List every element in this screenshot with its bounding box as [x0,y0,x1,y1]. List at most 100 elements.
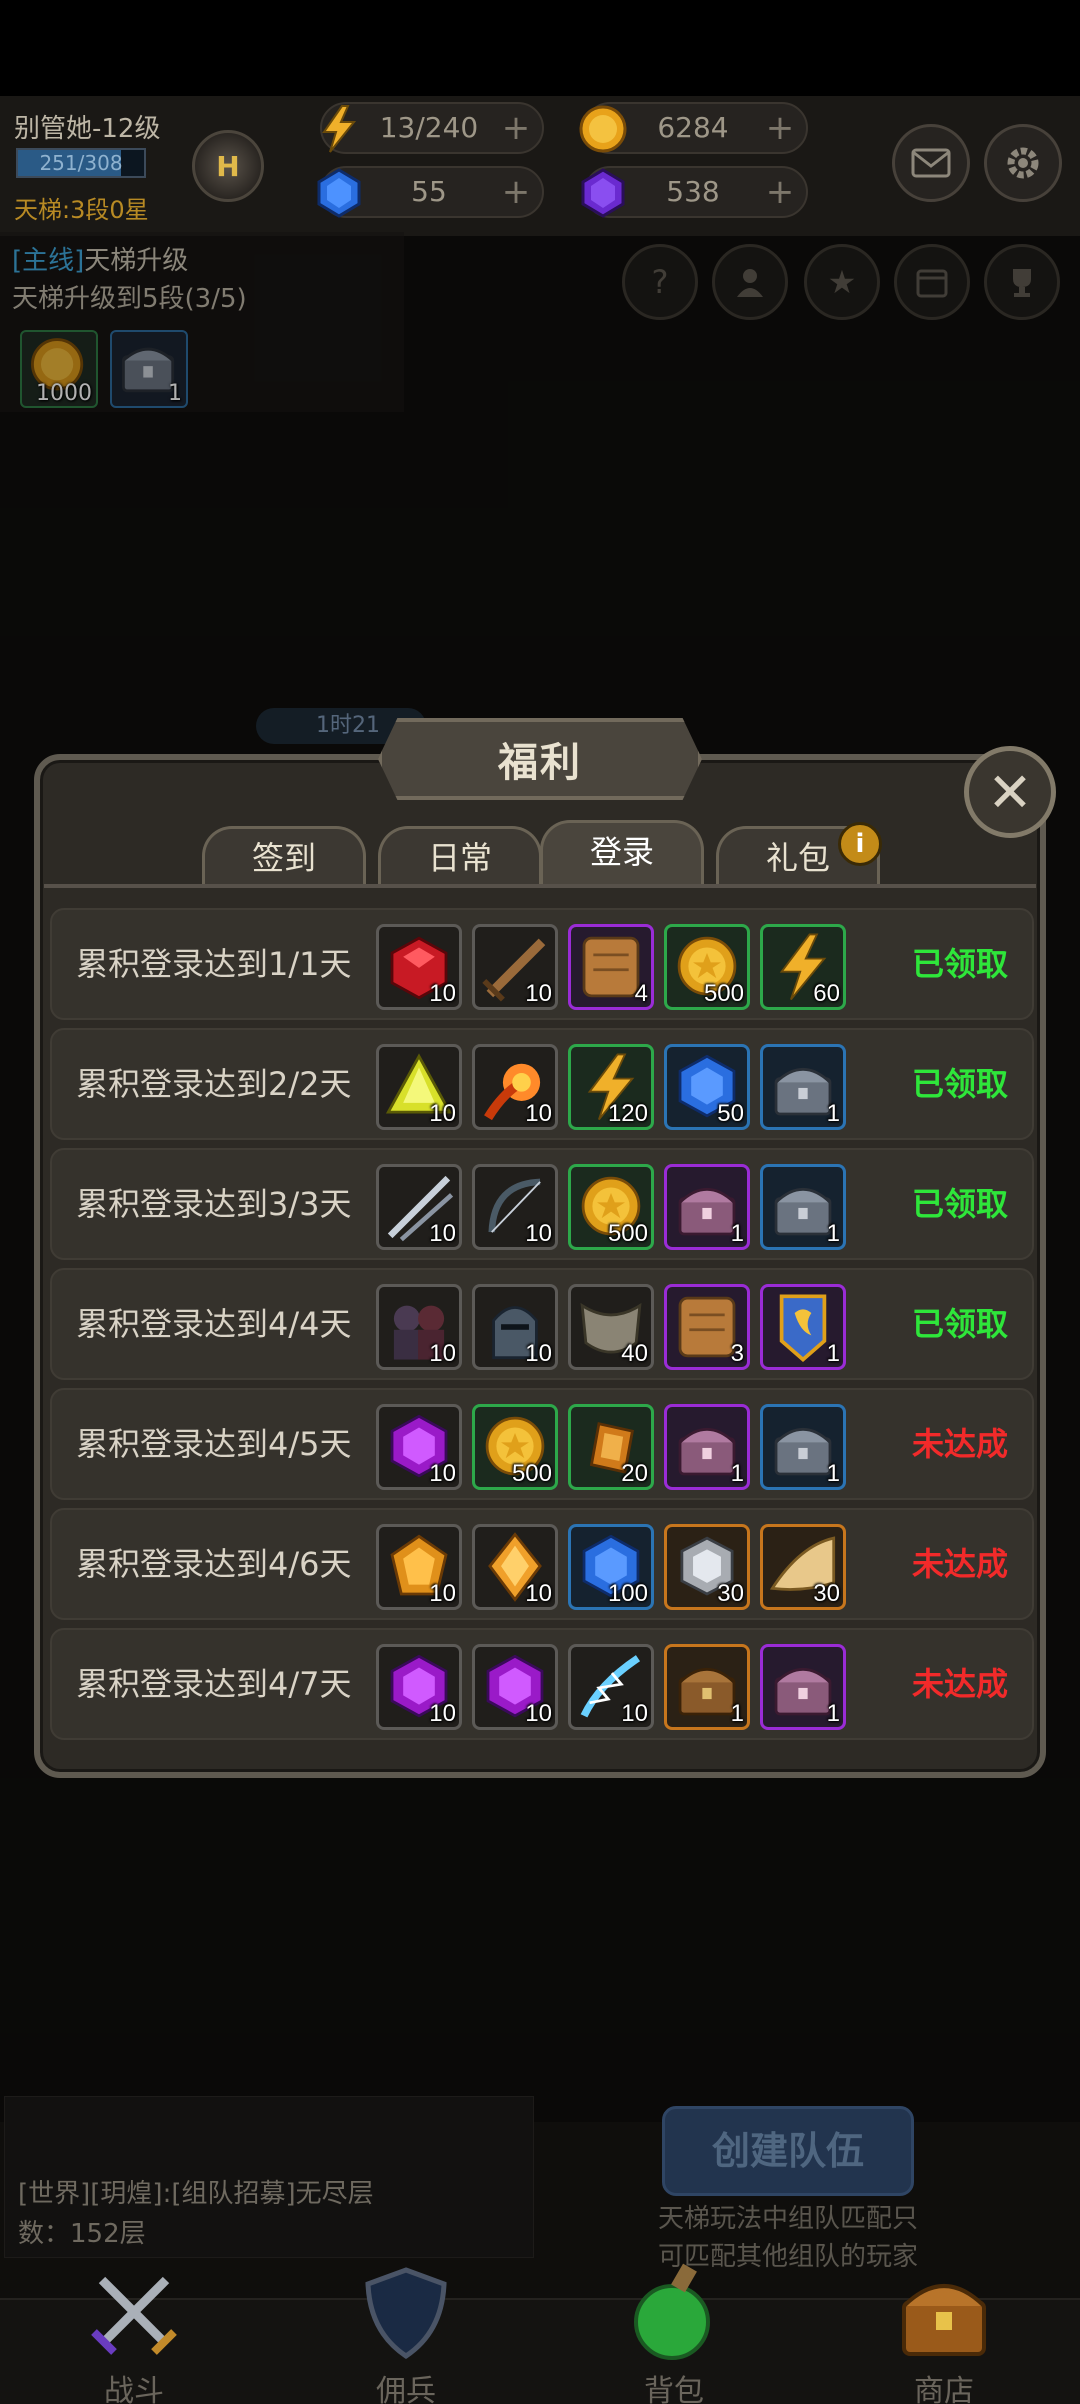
blue-gem-pill: 55 + [317,166,544,218]
reward-item-count: 1 [730,1460,744,1487]
nav-label: 佣兵 [376,2374,436,2404]
reward-item-leather-scroll[interactable]: 3 [664,1284,750,1370]
reward-item-count: 40 [621,1340,648,1367]
tab-daily[interactable]: 日常 [378,826,542,886]
tab-divider [44,884,1036,888]
purple-gem-value: 538 [666,175,720,208]
reward-item-count: 100 [607,1580,648,1607]
reward-row-label: 累积登录达到4/6天 [76,1545,352,1583]
claimed-status: 已领取 [912,1185,1009,1223]
close-button[interactable]: ✕ [964,746,1056,838]
nav-battle[interactable]: 战斗 [44,2262,224,2404]
reward-row-label: 累积登录达到2/2天 [76,1065,352,1103]
reward-item-purple-chest[interactable]: 1 [664,1164,750,1250]
gold-plus-button[interactable]: + [762,110,798,146]
reward-item-yellow-crystal[interactable]: 10 [376,1044,462,1130]
nav-mercenary[interactable]: 佣兵 [316,2262,496,2404]
reward-item-blue-gem[interactable]: 100 [568,1524,654,1610]
reward-item-silver-gem[interactable]: 30 [664,1524,750,1610]
purple-gem-pill: 538 + [581,166,808,218]
close-icon: ✕ [987,760,1033,824]
reward-item-count: 1 [826,1460,840,1487]
reward-row: 累积登录达到4/4天 10 10 40 3 1 已领取 [50,1268,1034,1380]
reward-item-count: 1 [826,1700,840,1727]
reward-item-bow[interactable]: 10 [472,1164,558,1250]
reward-row-label: 累积登录达到4/5天 [76,1425,352,1463]
reward-row: 累积登录达到4/6天 10 10 100 30 30 未达成 [50,1508,1034,1620]
ladder-rank: 天梯:3段0星 [14,196,149,224]
reward-item-red-gem[interactable]: 10 [376,924,462,1010]
reward-item-count: 3 [730,1340,744,1367]
purple-gem-plus-button[interactable]: + [762,174,798,210]
blue-gem-value: 55 [411,175,447,208]
purple-gem-icon [581,168,625,218]
player-name: 别管她-12级 [14,114,161,144]
reward-item-count: 10 [621,1700,648,1727]
shield-icon [365,2267,447,2360]
reward-item-orange-diamond[interactable]: 10 [472,1524,558,1610]
create-team-button[interactable]: 创建队伍 [662,2106,914,2196]
reward-item-count: 60 [813,980,840,1007]
settings-button[interactable] [984,124,1062,202]
reward-item-steel-blades[interactable]: 10 [376,1164,462,1250]
reward-item-count: 50 [717,1100,744,1127]
energy-plus-button[interactable]: + [498,110,534,146]
claimed-status: 已领取 [912,945,1009,983]
nav-shop[interactable]: 商店 [854,2262,1034,2404]
lightning-icon [322,105,357,153]
reward-item-amber-shard[interactable]: 20 [568,1404,654,1490]
reward-item-orange-gem[interactable]: 10 [376,1524,462,1610]
blue-gem-plus-button[interactable]: + [498,174,534,210]
reward-item-iron-chest[interactable]: 1 [760,1164,846,1250]
rank-badge-icon[interactable]: H [192,130,264,202]
reward-item-wooden-chest[interactable]: 1 [664,1644,750,1730]
reward-item-count: 1 [730,1220,744,1247]
nav-backpack[interactable]: 背包 [584,2262,764,2404]
reward-item-lightning-feather[interactable]: 10 [568,1644,654,1730]
reward-item-iron-chest[interactable]: 1 [760,1404,846,1490]
reward-item-leather-scroll[interactable]: 4 [568,924,654,1010]
reward-row: 累积登录达到4/7天 10 10 10 1 1 未达成 [50,1628,1034,1740]
reward-item-hooded-figures[interactable]: 10 [376,1284,462,1370]
potion-icon [634,2263,710,2360]
reward-item-count: 1 [826,1100,840,1127]
reward-item-cloth-scarf[interactable]: 40 [568,1284,654,1370]
reward-item-count: 10 [429,1340,456,1367]
treasure-chest-icon [902,2284,986,2356]
reward-item-count: 4 [634,980,648,1007]
reward-item-count: 30 [813,1580,840,1607]
tab-login[interactable]: 登录 [540,820,704,886]
reward-item-gold-cloth[interactable]: 30 [760,1524,846,1610]
claimed-status: 已领取 [912,1065,1009,1103]
reward-row-label: 累积登录达到4/4天 [76,1305,352,1343]
reward-item-guild-banner[interactable]: 1 [760,1284,846,1370]
reward-item-gold-coin[interactable]: 500 [568,1164,654,1250]
blue-gem-icon [317,168,361,218]
reward-item-purple-gem[interactable]: 10 [376,1404,462,1490]
reward-item-purple-chest[interactable]: 1 [760,1644,846,1730]
reward-item-iron-chest[interactable]: 1 [760,1044,846,1130]
reward-item-count: 1 [730,1700,744,1727]
reward-item-knight-helmet[interactable]: 10 [472,1284,558,1370]
reward-item-lightning[interactable]: 120 [568,1044,654,1130]
reward-item-purple-chest[interactable]: 1 [664,1404,750,1490]
reward-item-count: 10 [429,1580,456,1607]
reward-item-fire-orb[interactable]: 10 [472,1044,558,1130]
reward-item-count: 1 [826,1220,840,1247]
team-hint-line: 天梯玩法中组队匹配只 [658,2204,919,2234]
info-icon[interactable]: i [838,822,882,866]
reward-item-purple-gem[interactable]: 10 [376,1644,462,1730]
reward-item-gold-coin[interactable]: 500 [664,924,750,1010]
reward-item-count: 10 [429,1460,456,1487]
reward-row: 累积登录达到4/5天 10 500 20 1 1 未达成 [50,1388,1034,1500]
exp-bar: 251/308 [16,148,146,178]
reward-item-lightning[interactable]: 60 [760,924,846,1010]
mail-button[interactable] [892,124,970,202]
reward-item-blue-gem[interactable]: 50 [664,1044,750,1130]
reward-item-wooden-sword[interactable]: 10 [472,924,558,1010]
reward-item-gold-coin[interactable]: 500 [472,1404,558,1490]
reward-item-purple-gem[interactable]: 10 [472,1644,558,1730]
tab-signin[interactable]: 签到 [202,826,366,886]
reward-item-count: 500 [607,1220,648,1247]
nav-label: 背包 [644,2374,704,2404]
